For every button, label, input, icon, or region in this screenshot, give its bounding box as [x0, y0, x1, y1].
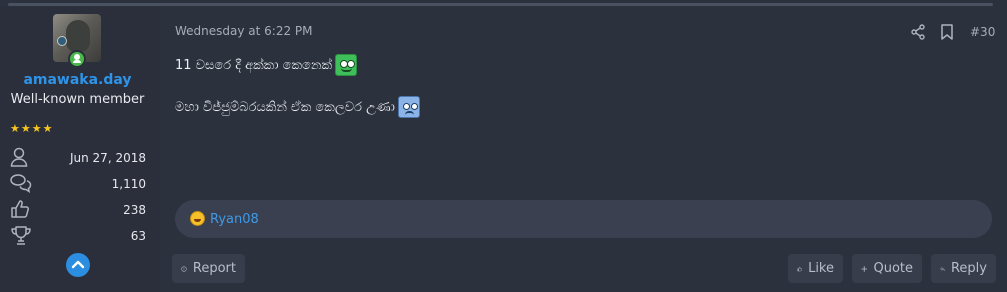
- quote-button[interactable]: Quote: [852, 254, 922, 283]
- reply-button[interactable]: Reply: [931, 254, 996, 283]
- reply-label: Reply: [950, 261, 987, 276]
- username-link[interactable]: amawaka.day: [0, 72, 155, 88]
- sad-smilie-icon: [397, 96, 420, 118]
- rank-stars: ★★★★: [10, 122, 54, 135]
- quote-label: Quote: [873, 261, 913, 276]
- laughing-emoji-icon: [190, 211, 205, 226]
- message-line: මහා විජ්ජුම්බරයකින් ඒක කෙලවර උණා: [175, 96, 420, 118]
- grin-smilie-icon: [335, 54, 358, 76]
- user-icon: [10, 147, 28, 170]
- like-label: Like: [808, 261, 834, 276]
- online-status-icon: [68, 50, 86, 68]
- scroll-top-button[interactable]: [66, 253, 90, 277]
- reaction-user-link[interactable]: Ryan08: [210, 212, 259, 227]
- stat-messages-value: 1,110: [111, 177, 146, 191]
- report-button[interactable]: Report: [172, 254, 245, 283]
- trophy-icon: [10, 225, 32, 248]
- stat-joined: Jun 27, 2018: [10, 147, 146, 169]
- stat-joined-value: Jun 27, 2018: [69, 151, 146, 165]
- plus-icon: [861, 265, 868, 272]
- stat-messages: 1,110: [10, 173, 146, 195]
- message-text: මහා විජ්ජුම්බරයකින් ඒක කෙලවර උණා: [175, 99, 395, 115]
- stat-reactions: 238: [10, 199, 146, 221]
- bookmark-icon[interactable]: [940, 24, 954, 44]
- chevron-up-icon: [71, 260, 85, 269]
- report-icon: [181, 265, 187, 272]
- share-icon[interactable]: [910, 24, 926, 44]
- reply-icon: [940, 266, 945, 271]
- messages-icon: [10, 173, 32, 196]
- post-number-link[interactable]: #30: [970, 25, 995, 39]
- post-timestamp[interactable]: Wednesday at 6:22 PM: [175, 24, 313, 38]
- avatar-emblem: [57, 36, 67, 46]
- stat-reactions-value: 238: [123, 203, 146, 217]
- message-text: 11 වසරෙ දී අක්කා කෙනෙක්: [175, 57, 333, 73]
- stat-points: 63: [10, 225, 146, 247]
- avatar-face: [66, 20, 90, 52]
- reactions-bar[interactable]: Ryan08: [175, 200, 992, 238]
- report-label: Report: [192, 261, 236, 276]
- like-button[interactable]: Like: [788, 254, 843, 283]
- thumbs-up-icon: [797, 266, 802, 271]
- message-line: 11 වසරෙ දී අක්කා කෙනෙක්: [175, 54, 358, 76]
- top-divider: [8, 3, 993, 6]
- stat-points-value: 63: [130, 229, 146, 243]
- user-title: Well-known member: [10, 92, 145, 107]
- thumbs-up-icon: [10, 199, 30, 222]
